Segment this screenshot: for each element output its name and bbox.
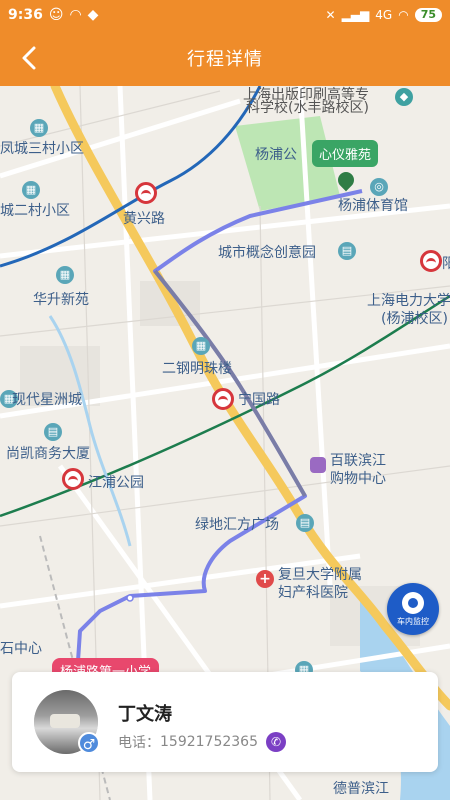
map-label-fengcheng-2: 城二村小区 [0,203,70,219]
phone-number: 15921752365 [160,734,258,750]
map-label-huasheng-xinyuan: 华升新苑 [33,292,89,308]
map-label-city-concept-park: 城市概念创意园 [218,245,316,261]
residence-icon-2: ▦ [22,181,40,199]
map-label-yangpu-park: 杨浦公 [255,147,297,163]
residence-icon-3: ▦ [56,266,74,284]
hospital-icon: + [256,570,274,588]
map-label-stone-center: 石中心 [0,641,42,657]
back-arrow-icon[interactable] [14,42,46,74]
monitor-label: 车内监控 [397,616,429,626]
wifi-icon: ◠ [398,8,409,22]
notification-icon: ☺ [48,7,64,23]
map-label-publishing-school-2: 科学校(水丰路校区) [246,100,369,116]
status-right: ✕ ▂▄▆ 4G ◠ 75 [326,8,442,22]
metro-station-icon-huangxing [135,182,157,204]
map-label-shopping-center: 购物中心 [330,471,386,487]
map-label-fudan-hospital-2: 妇产科医院 [278,585,348,601]
education-icon: ◆ [395,88,413,106]
battery-indicator: 75 [414,8,442,22]
page-title: 行程详情 [187,49,263,70]
phone-row: 电话： 15921752365 ✆ [118,732,286,752]
map-label-fengcheng-3: 凤城三村小区 [0,141,84,157]
map-label-yangpu-campus: (杨浦校区) [381,311,448,327]
camera-icon [402,591,424,614]
map-label-lvdi-huifang: 绿地汇方广场 [195,517,279,533]
status-bar: 9:36 ☺ ◠ ◆ ✕ ▂▄▆ 4G ◠ 75 [0,0,450,30]
signal-icon: ▂▄▆ [341,8,370,22]
metro-station-icon-east [420,250,442,272]
call-icon[interactable]: ✆ [265,732,286,752]
stadium-icon: ◎ [370,178,388,196]
destination-tag: 心仪雅苑 [312,140,379,167]
map-label-xiandai-xingzhou: 现代星洲城 [12,392,82,408]
male-icon: ♂ [78,732,100,754]
office-icon: ▤ [44,423,62,441]
in-car-monitor-button[interactable]: 车内监控 [387,583,439,635]
driver-card: ♂ 丁文涛 电话： 15921752365 ✆ [12,672,438,772]
metro-station-icon-jiangpu [62,468,84,490]
map-label-depu-binjiang: 德普滨江 [333,781,389,797]
residence-icon: ▦ [30,119,48,137]
driver-name: 丁文涛 [118,704,172,725]
map-label-fudan-hospital-1: 复旦大学附属 [278,567,362,583]
residence-icon-4: ▦ [192,337,210,355]
app-header: 行程详情 [0,30,450,86]
map-label-east-station: 阳 [442,256,450,272]
shopping-icon [310,457,326,473]
building-icon: ▤ [338,242,356,260]
status-left-icons: ☺ ◠ ◆ [49,7,99,23]
map-label-ergang-mingzhu: 二钢明珠楼 [162,361,232,377]
map-label-yangpu-stadium: 杨浦体育馆 [338,198,408,214]
map-label-bailian-binjiang: 百联滨江 [330,453,386,469]
building-icon-2: ▤ [296,514,314,532]
map-label-shanghai-electric-univ: 上海电力大学 [367,293,450,309]
app-icon: ◆ [87,7,99,23]
network-type: 4G [375,8,393,22]
map-label-huangxing-road: 黄兴路 [123,211,165,227]
map-label-ningguo-road: 宁国路 [238,392,280,408]
status-time: 9:36 [8,7,43,23]
phone-label: 电话： [118,735,160,751]
map-label-jiangpu-park: 江浦公园 [88,475,144,491]
mute-icon: ✕ [325,8,336,22]
map-label-shangkai-tower: 尚凯商务大厦 [6,446,90,462]
wifi-small-icon: ◠ [69,7,82,23]
avatar-seat-detail [50,714,80,728]
metro-station-icon-ningguo [212,388,234,410]
